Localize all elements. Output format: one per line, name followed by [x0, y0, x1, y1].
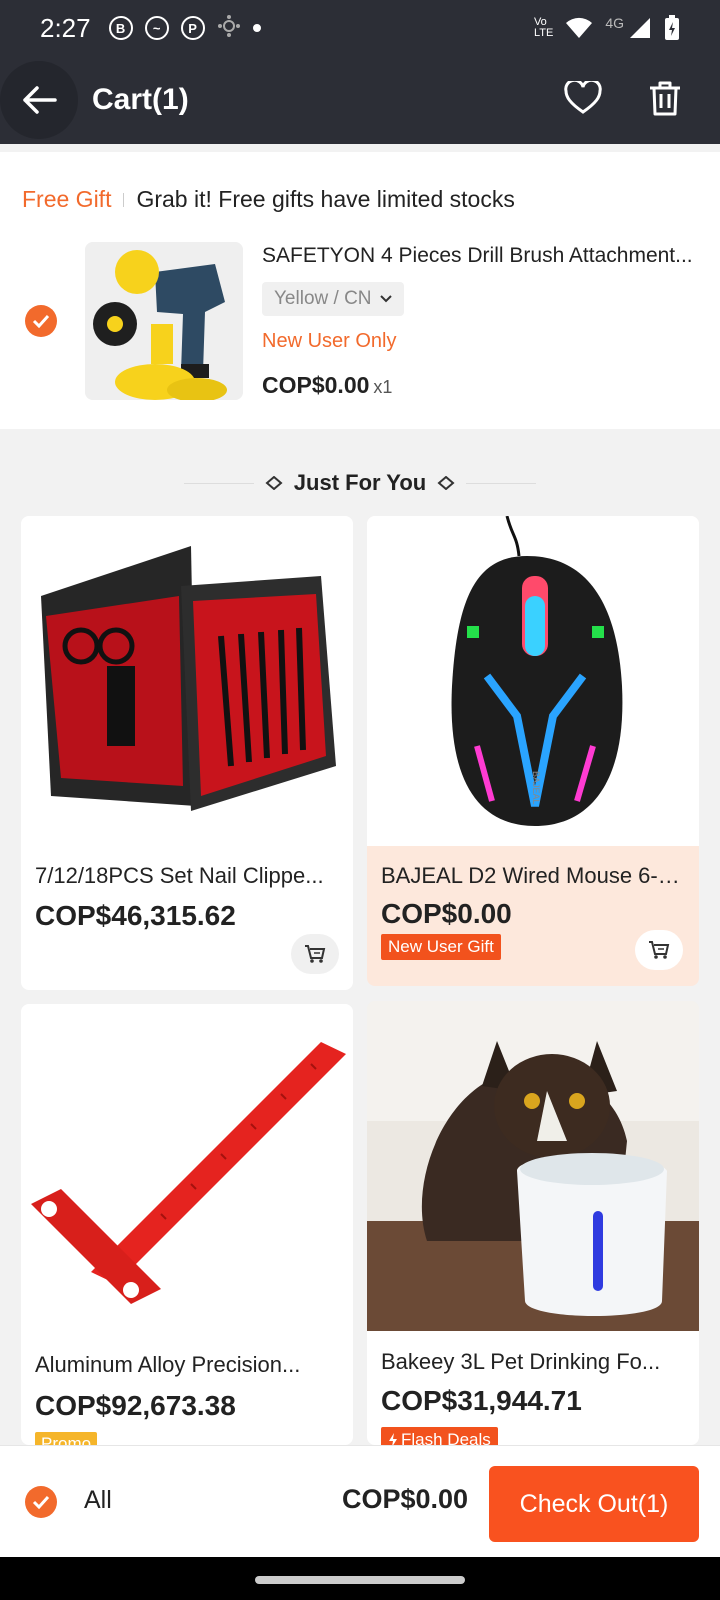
wifi-icon: [566, 17, 593, 38]
lightning-icon: [389, 1433, 397, 1445]
product-title: BAJEAL D2 Wired Mouse 6-Bu...: [381, 863, 683, 888]
messenger-icon: ~: [144, 16, 169, 40]
free-gift-tag: Free Gift: [22, 186, 112, 212]
product-image: [367, 1001, 699, 1331]
checkout-bar: All COP$0.00 Check Out(1): [0, 1445, 720, 1557]
product-title: Bakeey 3L Pet Drinking Fo...: [381, 1349, 661, 1374]
gift-product-image[interactable]: [85, 242, 243, 400]
add-to-cart-button[interactable]: [291, 934, 339, 974]
checkout-button[interactable]: Check Out(1): [489, 1466, 699, 1542]
page-title: Cart(1): [92, 83, 189, 116]
chevron-down-icon: [379, 295, 392, 303]
product-title: 7/12/18PCS Set Nail Clippe...: [35, 863, 324, 888]
flash-deals-label: Flash Deals: [401, 1430, 491, 1445]
drill-brush-image: [85, 242, 243, 400]
heart-icon: [564, 78, 602, 114]
new-user-gift-tag: New User Gift: [381, 934, 501, 960]
cart-icon: [649, 941, 670, 959]
pet-fountain-image: [367, 1001, 699, 1331]
signal-icon: [630, 18, 650, 38]
gift-select-checkbox[interactable]: [25, 305, 57, 337]
product-card[interactable]: 7/12/18PCS Set Nail Clippe... COP$46,315…: [21, 516, 353, 990]
app-notification-icon: P: [180, 16, 205, 40]
product-price: COP$46,315.62: [35, 900, 236, 931]
gift-price-value: COP$0.00: [262, 372, 370, 398]
product-title: Aluminum Alloy Precision...: [35, 1352, 301, 1377]
wishlist-button[interactable]: [564, 78, 602, 120]
mouse-brand-label: BAJEAL: [531, 771, 541, 805]
product-image: BAJEAL: [367, 516, 699, 846]
product-card[interactable]: BAJEAL BAJEAL D2 Wired Mouse 6-Bu... COP…: [367, 516, 699, 986]
free-gift-header: Free Gift Grab it! Free gifts have limit…: [22, 186, 515, 213]
flash-deals-tag: Flash Deals: [381, 1427, 498, 1445]
divider: [183, 482, 254, 484]
status-time: 2:27: [40, 12, 91, 43]
select-all-checkbox[interactable]: [25, 1486, 57, 1518]
network-type: 4G: [605, 15, 624, 31]
t-square-ruler-image: [21, 1004, 353, 1334]
product-price: COP$31,944.71: [381, 1385, 582, 1416]
gift-price: COP$0.00 x1: [262, 372, 392, 399]
gift-product-title[interactable]: SAFETYON 4 Pieces Drill Brush Attachment…: [262, 244, 702, 268]
variant-value: Yellow / CN: [274, 288, 372, 309]
free-gift-section: Free Gift Grab it! Free gifts have limit…: [0, 152, 720, 429]
status-bar: 2:27 B ~ P Vo LTE 4G: [0, 0, 720, 56]
just-for-you-title: Just For You: [293, 470, 427, 495]
cart-icon: [305, 945, 326, 963]
gaming-mouse-image: BAJEAL: [367, 516, 699, 846]
checkmark-icon: [32, 314, 50, 328]
divider: [466, 482, 537, 484]
diamond-icon: [265, 476, 283, 490]
new-user-badge: New User Only: [262, 330, 397, 352]
trash-icon: [650, 81, 680, 115]
system-icons: Vo LTE 4G: [534, 15, 680, 41]
more-notifications-dot: [252, 24, 261, 32]
product-card[interactable]: Bakeey 3L Pet Drinking Fo... COP$31,944.…: [367, 1001, 699, 1445]
battery-icon: [665, 15, 679, 40]
variant-selector[interactable]: Yellow / CN: [262, 282, 404, 316]
just-for-you-heading: Just For You: [0, 470, 720, 496]
select-all-label[interactable]: All: [84, 1486, 112, 1515]
cart-header: Cart(1): [0, 56, 720, 144]
product-price: COP$0.00: [381, 898, 512, 929]
gift-quantity: x1: [373, 377, 393, 397]
product-image: [21, 1004, 353, 1334]
add-to-cart-button[interactable]: [635, 930, 683, 970]
system-nav-bar: [0, 1557, 720, 1600]
b-app-icon: B: [108, 16, 133, 40]
notification-icons: B ~ P: [108, 14, 261, 43]
free-gift-message: Grab it! Free gifts have limited stocks: [136, 186, 515, 212]
settings-notification-icon: [217, 14, 241, 43]
diamond-icon: [437, 476, 455, 490]
home-gesture-handle[interactable]: [255, 1576, 465, 1584]
cart-total: COP$0.00: [342, 1484, 469, 1514]
promo-tag: Promo: [35, 1432, 98, 1445]
volte-icon: Vo LTE: [533, 16, 554, 39]
product-price: COP$92,673.38: [35, 1390, 236, 1421]
product-card[interactable]: Aluminum Alloy Precision... COP$92,673.3…: [21, 1004, 353, 1445]
back-arrow-icon: [23, 86, 57, 114]
delete-button[interactable]: [648, 80, 682, 121]
divider: [123, 192, 125, 207]
product-image: [21, 516, 353, 846]
checkmark-icon: [32, 1495, 50, 1509]
nail-clipper-set-image: [21, 516, 353, 846]
back-button[interactable]: [0, 61, 78, 139]
